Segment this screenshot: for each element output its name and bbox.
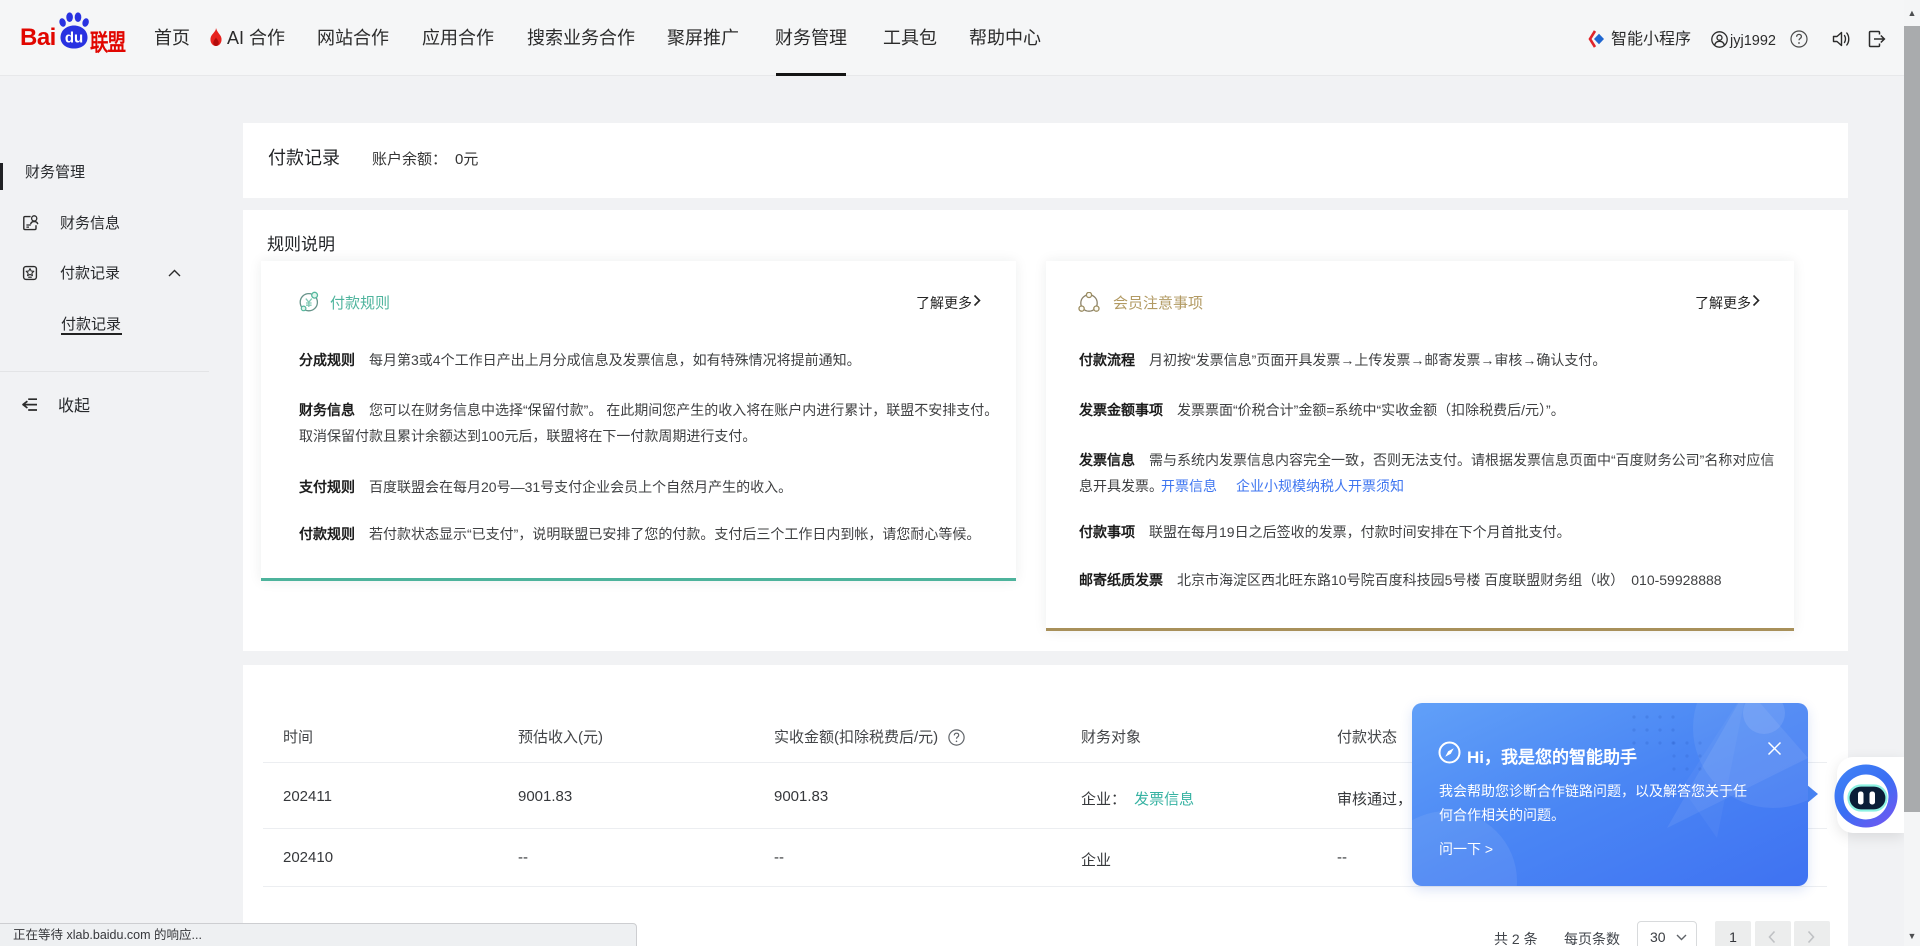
svg-text:du: du bbox=[65, 30, 83, 47]
